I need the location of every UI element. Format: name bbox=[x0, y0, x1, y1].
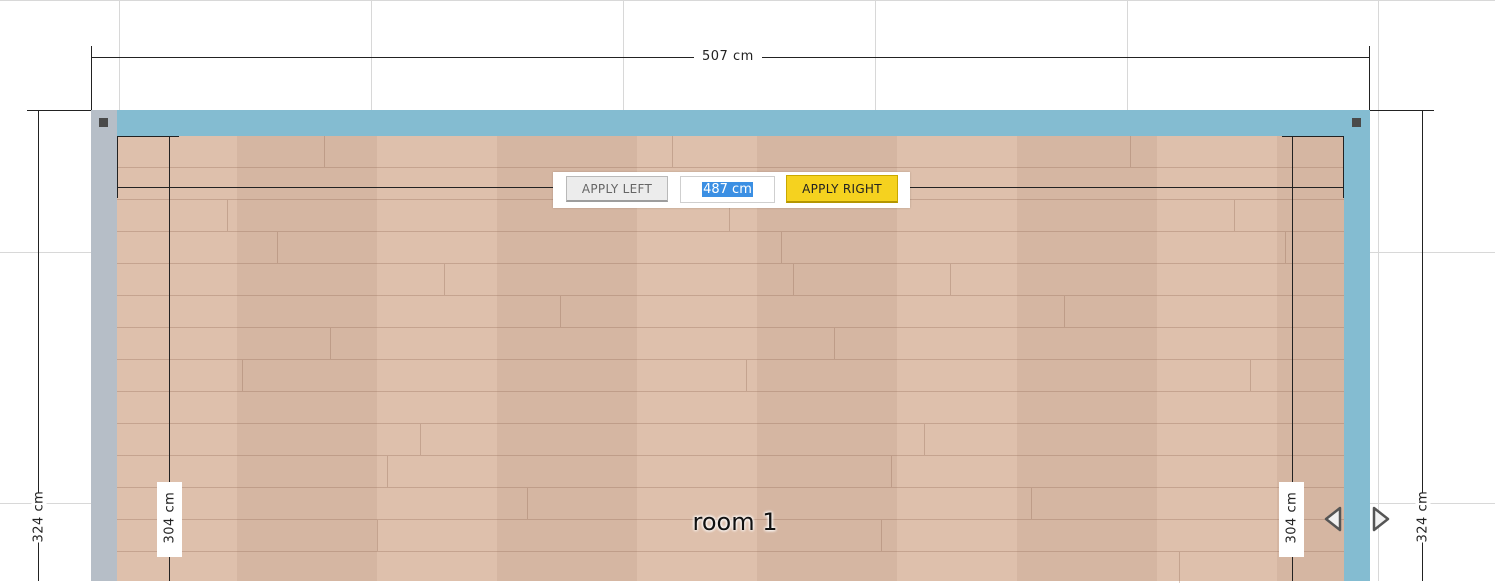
plank-seam bbox=[527, 488, 528, 519]
apply-left-button[interactable]: APPLY LEFT bbox=[566, 176, 668, 202]
wall-right[interactable] bbox=[1344, 110, 1370, 581]
grid-line bbox=[0, 0, 1495, 1]
dimension-label-left-outer: 324 cm bbox=[31, 490, 47, 543]
plank-seam bbox=[1064, 296, 1065, 327]
plank-seam bbox=[324, 136, 325, 167]
dimension-tick bbox=[1343, 136, 1344, 198]
dimension-label-left-inner: 304 cm bbox=[162, 491, 178, 544]
plank-seam bbox=[891, 456, 892, 487]
room-label[interactable]: room 1 bbox=[660, 508, 810, 536]
plank-seam bbox=[444, 264, 445, 295]
dimension-tick bbox=[27, 110, 91, 111]
dimension-tick bbox=[91, 46, 92, 110]
wall-length-toolbar: APPLY LEFT 487 cm APPLY RIGHT bbox=[553, 172, 910, 208]
plank-seam bbox=[1031, 488, 1032, 519]
corner-handle[interactable] bbox=[99, 118, 108, 127]
apply-right-button[interactable]: APPLY RIGHT bbox=[786, 175, 898, 203]
plank-seam bbox=[377, 520, 378, 551]
plank-seam bbox=[1250, 360, 1251, 391]
next-arrow-icon[interactable] bbox=[1369, 505, 1393, 533]
plank-seam bbox=[277, 232, 278, 263]
dimension-label-right-outer: 324 cm bbox=[1415, 490, 1431, 543]
plank-seam bbox=[227, 200, 228, 231]
plank-seam bbox=[781, 232, 782, 263]
previous-arrow-icon[interactable] bbox=[1322, 505, 1346, 533]
plank-seam bbox=[242, 360, 243, 391]
wall-left[interactable] bbox=[91, 110, 117, 581]
dimension-tick bbox=[117, 136, 118, 198]
plank-seam bbox=[1179, 552, 1180, 583]
plank-seam bbox=[1234, 200, 1235, 231]
plank-seam bbox=[1285, 232, 1286, 263]
plank-seam bbox=[387, 456, 388, 487]
wall-length-value: 487 cm bbox=[702, 182, 753, 197]
plank-seam bbox=[793, 264, 794, 295]
plank-seam bbox=[1130, 136, 1131, 167]
plank-seam bbox=[950, 264, 951, 295]
dimension-label-top: 507 cm bbox=[694, 49, 762, 64]
dimension-tick bbox=[1370, 110, 1434, 111]
plank-seam bbox=[881, 520, 882, 551]
dimension-tick bbox=[1369, 46, 1370, 110]
plank-seam bbox=[560, 296, 561, 327]
plank-seam bbox=[330, 328, 331, 359]
plank-seam bbox=[924, 424, 925, 455]
plank-seam bbox=[746, 360, 747, 391]
wall-top[interactable] bbox=[91, 110, 1370, 136]
corner-handle[interactable] bbox=[1352, 118, 1361, 127]
dimension-label-right-inner: 304 cm bbox=[1284, 491, 1300, 544]
plank-seam bbox=[420, 424, 421, 455]
wall-length-input[interactable]: 487 cm bbox=[680, 176, 775, 203]
grid-line bbox=[1378, 0, 1379, 581]
plank-seam bbox=[834, 328, 835, 359]
plank-seam bbox=[672, 136, 673, 167]
